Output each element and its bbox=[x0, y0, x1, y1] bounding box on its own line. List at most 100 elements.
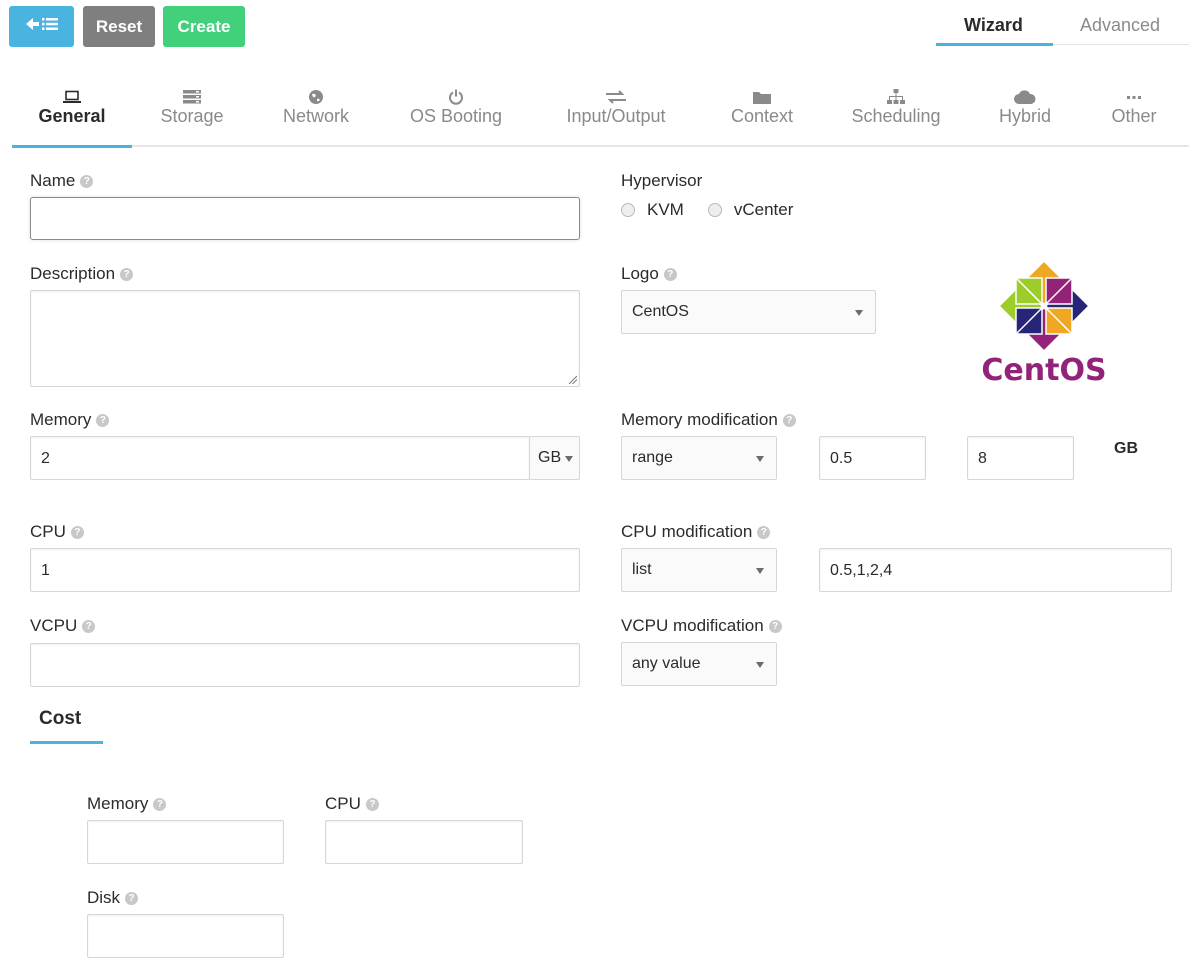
arrow-left-list-icon bbox=[25, 16, 59, 37]
hypervisor-vcenter-label[interactable]: vCenter bbox=[734, 200, 794, 220]
tab-context[interactable]: Context bbox=[722, 86, 802, 146]
help-icon[interactable]: ? bbox=[782, 413, 796, 427]
cpu-label-text: CPU bbox=[30, 522, 66, 541]
cpu-modification-values-input[interactable]: 0.5,1,2,4 bbox=[819, 548, 1172, 592]
tab-os-booting[interactable]: OS Booting bbox=[400, 86, 512, 146]
hypervisor-radio-group: KVM vCenter bbox=[621, 200, 817, 220]
hypervisor-label: Hypervisor bbox=[621, 171, 702, 191]
tabs-divider bbox=[12, 145, 1189, 147]
cpu-modification-type-select[interactable]: list bbox=[621, 548, 777, 592]
hypervisor-label-text: Hypervisor bbox=[621, 171, 703, 190]
hypervisor-kvm-radio[interactable] bbox=[621, 203, 635, 217]
tab-general[interactable]: General bbox=[32, 86, 112, 146]
folder-icon bbox=[722, 86, 802, 106]
description-textarea[interactable] bbox=[30, 290, 580, 387]
cpu-value: 1 bbox=[41, 562, 50, 579]
tab-hybrid-label: Hybrid bbox=[998, 106, 1051, 126]
cpu-input[interactable]: 1 bbox=[30, 548, 580, 592]
vcpu-label: VCPU ? bbox=[30, 616, 96, 636]
memory-modification-type-value: range bbox=[632, 449, 673, 466]
resize-grip-icon[interactable] bbox=[568, 375, 577, 384]
memory-value: 2 bbox=[41, 450, 50, 467]
cpu-modification-label-text: CPU modification bbox=[621, 522, 753, 541]
chevron-down-icon bbox=[855, 310, 863, 316]
reset-button[interactable]: Reset bbox=[83, 6, 155, 47]
mode-divider bbox=[1053, 44, 1189, 45]
logo-label-text: Logo bbox=[621, 264, 659, 283]
help-icon[interactable]: ? bbox=[82, 619, 96, 633]
tab-hybrid[interactable]: Hybrid bbox=[990, 86, 1060, 146]
vcpu-label-text: VCPU bbox=[30, 616, 78, 635]
tab-general-label: General bbox=[38, 106, 106, 126]
memory-modification-type-select[interactable]: range bbox=[621, 436, 777, 480]
cost-memory-input[interactable] bbox=[87, 820, 284, 864]
help-icon[interactable]: ? bbox=[153, 797, 167, 811]
tab-os-booting-label: OS Booting bbox=[409, 106, 503, 126]
memory-unit-value: GB bbox=[538, 449, 562, 466]
back-to-list-button[interactable] bbox=[9, 6, 74, 47]
logo-selected-value: CentOS bbox=[632, 303, 689, 320]
cpu-modification-type-value: list bbox=[632, 561, 652, 578]
tab-active-indicator bbox=[12, 145, 132, 148]
logo-label: Logo ? bbox=[621, 264, 677, 284]
description-label: Description ? bbox=[30, 264, 134, 284]
tab-context-label: Context bbox=[730, 106, 794, 126]
memory-label: Memory ? bbox=[30, 410, 110, 430]
power-icon bbox=[400, 86, 512, 106]
help-icon[interactable]: ? bbox=[80, 174, 94, 188]
tab-input-output[interactable]: Input/Output bbox=[552, 86, 680, 146]
memory-max-input[interactable]: 8 bbox=[967, 436, 1074, 480]
cost-disk-label-text: Disk bbox=[87, 888, 121, 907]
cost-cpu-label: CPU ? bbox=[325, 794, 379, 814]
tab-scheduling[interactable]: Scheduling bbox=[844, 86, 948, 146]
tab-advanced[interactable]: Advanced bbox=[1080, 15, 1160, 36]
cost-cpu-input[interactable] bbox=[325, 820, 523, 864]
vcpu-modification-type-value: any value bbox=[632, 655, 701, 672]
memory-min-input[interactable]: 0.5 bbox=[819, 436, 926, 480]
help-icon[interactable]: ? bbox=[96, 413, 110, 427]
chevron-down-icon bbox=[756, 568, 764, 574]
name-input[interactable] bbox=[30, 197, 580, 240]
tab-network[interactable]: Network bbox=[273, 86, 359, 146]
help-icon[interactable]: ? bbox=[125, 891, 139, 905]
tab-other[interactable]: Other bbox=[1103, 86, 1165, 146]
vcpu-input[interactable] bbox=[30, 643, 580, 687]
tab-wizard[interactable]: Wizard bbox=[964, 15, 1023, 36]
cost-title-underline bbox=[30, 741, 103, 744]
chevron-down-icon bbox=[565, 456, 573, 462]
help-icon[interactable]: ? bbox=[120, 267, 134, 281]
tab-storage[interactable]: Storage bbox=[155, 86, 229, 146]
cost-disk-input[interactable] bbox=[87, 914, 284, 958]
mode-active-indicator bbox=[936, 43, 1053, 46]
help-icon[interactable]: ? bbox=[768, 619, 782, 633]
help-icon[interactable]: ? bbox=[757, 525, 771, 539]
storage-icon bbox=[155, 86, 229, 106]
cpu-modification-label: CPU modification ? bbox=[621, 522, 771, 542]
vcpu-modification-label-text: VCPU modification bbox=[621, 616, 764, 635]
centos-logo: CentOS bbox=[974, 256, 1114, 388]
memory-min-value: 0.5 bbox=[830, 450, 853, 467]
help-icon[interactable]: ? bbox=[663, 267, 677, 281]
vcpu-modification-type-select[interactable]: any value bbox=[621, 642, 777, 686]
globe-icon bbox=[273, 86, 359, 106]
hypervisor-kvm-label[interactable]: KVM bbox=[647, 200, 684, 220]
cloud-icon bbox=[990, 86, 1060, 106]
memory-max-value: 8 bbox=[978, 450, 987, 467]
help-icon[interactable]: ? bbox=[365, 797, 379, 811]
tab-input-output-label: Input/Output bbox=[566, 106, 666, 126]
sitemap-icon bbox=[844, 86, 948, 106]
vcpu-modification-label: VCPU modification ? bbox=[621, 616, 782, 636]
description-label-text: Description bbox=[30, 264, 116, 283]
create-button[interactable]: Create bbox=[163, 6, 245, 47]
cost-memory-label-text: Memory bbox=[87, 794, 149, 813]
logo-select[interactable]: CentOS bbox=[621, 290, 876, 334]
help-icon[interactable]: ? bbox=[70, 525, 84, 539]
tab-other-label: Other bbox=[1111, 106, 1157, 126]
memory-modification-label: Memory modification ? bbox=[621, 410, 796, 430]
chevron-down-icon bbox=[756, 456, 764, 462]
memory-modification-label-text: Memory modification bbox=[621, 410, 778, 429]
hypervisor-vcenter-radio[interactable] bbox=[707, 203, 722, 217]
memory-unit-select[interactable]: GB bbox=[529, 436, 580, 480]
memory-input[interactable]: 2 bbox=[30, 436, 530, 480]
name-label-text: Name bbox=[30, 171, 76, 190]
